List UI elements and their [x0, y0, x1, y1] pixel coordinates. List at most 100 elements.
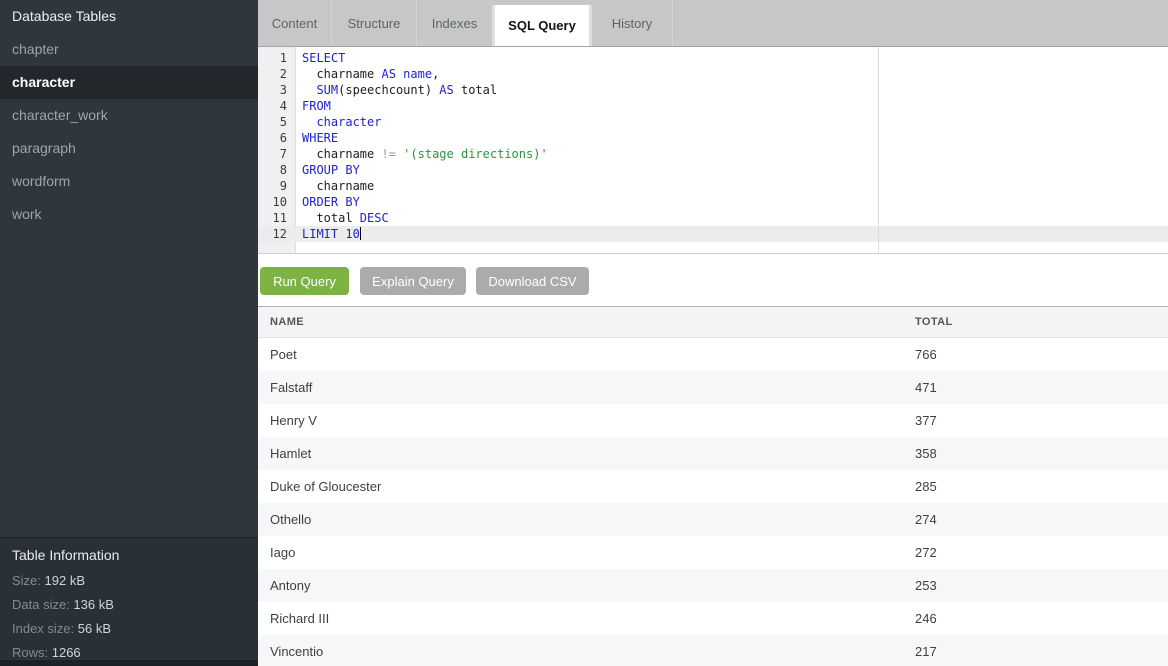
code-text: total DESC	[295, 210, 389, 226]
code-line: 9 charname	[258, 178, 1168, 194]
code-text: SUM(speechcount) AS total	[295, 82, 497, 98]
code-token: charname	[302, 179, 374, 193]
cell-name: Falstaff	[258, 371, 915, 404]
table-row[interactable]: Othello274	[258, 503, 1168, 536]
table-row[interactable]: Poet766	[258, 338, 1168, 371]
sidebar-item-wordform[interactable]: wordform	[0, 165, 258, 198]
code-token: FROM	[302, 99, 331, 113]
cell-total: 377	[915, 404, 1168, 437]
cell-total: 272	[915, 536, 1168, 569]
code-line: 5 character	[258, 114, 1168, 130]
code-text: ORDER BY	[295, 194, 360, 210]
table-row[interactable]: Iago272	[258, 536, 1168, 569]
code-token: SELECT	[302, 51, 345, 65]
cell-total: 285	[915, 470, 1168, 503]
code-token	[302, 115, 316, 129]
line-number: 4	[258, 98, 295, 114]
main-panel: ContentStructureIndexesSQL QueryHistory …	[258, 0, 1168, 666]
code-token: !=	[381, 147, 395, 161]
code-token: total	[454, 83, 497, 97]
line-number: 1	[258, 50, 295, 66]
code-text: WHERE	[295, 130, 338, 146]
table-row[interactable]: Vincentio217	[258, 635, 1168, 666]
code-line: 6WHERE	[258, 130, 1168, 146]
query-toolbar: Run Query Explain Query Download CSV	[258, 254, 1168, 306]
code-token: LIMIT 10	[302, 227, 360, 241]
table-info-row: Data size: 136 kB	[0, 593, 258, 617]
cell-name: Henry V	[258, 404, 915, 437]
line-number: 12	[258, 226, 295, 242]
tab-history[interactable]: History	[592, 0, 673, 46]
code-token: total	[302, 211, 360, 225]
line-number: 11	[258, 210, 295, 226]
cell-total: 358	[915, 437, 1168, 470]
table-row[interactable]: Hamlet358	[258, 437, 1168, 470]
line-number: 9	[258, 178, 295, 194]
code-line: 11 total DESC	[258, 210, 1168, 226]
table-row[interactable]: Falstaff471	[258, 371, 1168, 404]
tab-sql-query[interactable]: SQL Query	[492, 5, 592, 46]
pane-divider[interactable]	[878, 47, 879, 253]
run-query-button[interactable]: Run Query	[260, 267, 349, 295]
code-text: SELECT	[295, 50, 345, 66]
cell-total: 246	[915, 602, 1168, 635]
cell-name: Poet	[258, 338, 915, 371]
code-line: 8GROUP BY	[258, 162, 1168, 178]
tab-content[interactable]: Content	[258, 0, 332, 46]
table-info-row: Index size: 56 kB	[0, 617, 258, 641]
line-number: 10	[258, 194, 295, 210]
sidebar-item-work[interactable]: work	[0, 198, 258, 231]
line-number: 3	[258, 82, 295, 98]
sidebar: Database Tables chaptercharactercharacte…	[0, 0, 258, 666]
sidebar-item-chapter[interactable]: chapter	[0, 33, 258, 66]
code-lines: 1SELECT2 charname AS name,3 SUM(speechco…	[258, 47, 1168, 242]
code-token: DESC	[360, 211, 389, 225]
sidebar-bottom-strip	[0, 660, 258, 666]
info-value: 1266	[52, 645, 81, 660]
info-label: Data size:	[12, 597, 73, 612]
info-label: Size:	[12, 573, 45, 588]
info-value: 56 kB	[78, 621, 111, 636]
sidebar-item-character-work[interactable]: character_work	[0, 99, 258, 132]
info-label: Rows:	[12, 645, 52, 660]
explain-query-button[interactable]: Explain Query	[360, 267, 466, 295]
code-token: charname	[302, 67, 381, 81]
code-token: AS	[439, 83, 453, 97]
cell-total: 274	[915, 503, 1168, 536]
sidebar-title: Database Tables	[0, 0, 258, 33]
table-row[interactable]: Duke of Gloucester285	[258, 470, 1168, 503]
table-info-panel: Table Information Size: 192 kBData size:…	[0, 537, 258, 659]
cell-name: Othello	[258, 503, 915, 536]
cell-name: Duke of Gloucester	[258, 470, 915, 503]
code-line: 10ORDER BY	[258, 194, 1168, 210]
table-row[interactable]: Antony253	[258, 569, 1168, 602]
tab-indexes[interactable]: Indexes	[417, 0, 492, 46]
table-row[interactable]: Henry V377	[258, 404, 1168, 437]
table-info-row: Size: 192 kB	[0, 569, 258, 593]
info-label: Index size:	[12, 621, 78, 636]
code-line: 1 SELECT	[258, 50, 1168, 66]
code-token	[302, 83, 316, 97]
line-number: 6	[258, 130, 295, 146]
code-token: '(stage directions)'	[403, 147, 548, 161]
line-number: 8	[258, 162, 295, 178]
tab-structure[interactable]: Structure	[332, 0, 417, 46]
code-token: charname	[302, 147, 381, 161]
code-line: 12 LIMIT 10	[258, 226, 1168, 242]
sidebar-item-paragraph[interactable]: paragraph	[0, 132, 258, 165]
code-token: AS	[381, 67, 395, 81]
cell-name: Hamlet	[258, 437, 915, 470]
code-token: SUM	[316, 83, 338, 97]
sql-editor[interactable]: 1SELECT2 charname AS name,3 SUM(speechco…	[258, 47, 1168, 254]
cell-name: Antony	[258, 569, 915, 602]
code-token: ,	[432, 67, 439, 81]
code-token: character	[316, 115, 381, 129]
code-text: FROM	[295, 98, 331, 114]
table-row[interactable]: Richard III246	[258, 602, 1168, 635]
cell-total: 766	[915, 338, 1168, 371]
code-line: 3 SUM(speechcount) AS total	[258, 82, 1168, 98]
download-csv-button[interactable]: Download CSV	[476, 267, 589, 295]
table-info-rows: Size: 192 kBData size: 136 kBIndex size:…	[0, 569, 258, 665]
sidebar-item-character[interactable]: character	[0, 66, 258, 99]
code-text: charname	[295, 178, 374, 194]
